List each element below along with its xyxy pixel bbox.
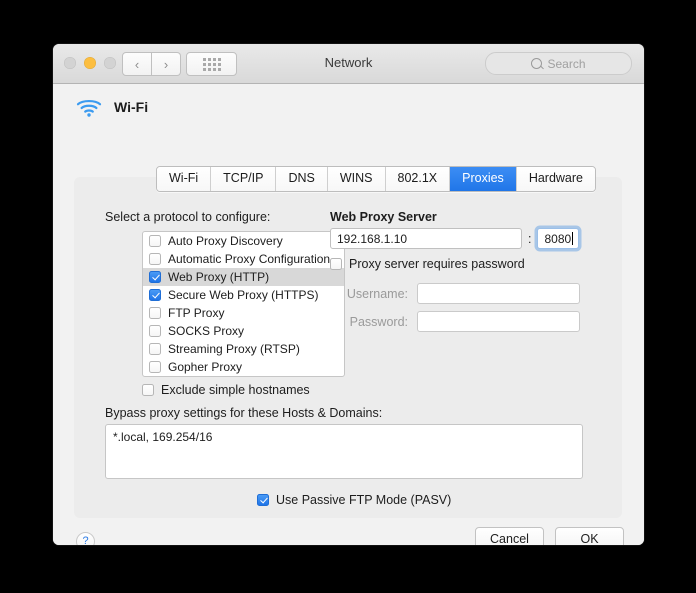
list-item[interactable]: SOCKS Proxy bbox=[143, 322, 344, 340]
protocol-list[interactable]: Auto Proxy Discovery Automatic Proxy Con… bbox=[142, 231, 345, 377]
tab-8021x[interactable]: 802.1X bbox=[386, 167, 451, 191]
protocol-checkbox[interactable] bbox=[149, 325, 161, 337]
protocol-checkbox[interactable] bbox=[149, 235, 161, 247]
ok-button[interactable]: OK bbox=[555, 527, 624, 545]
tab-hardware[interactable]: Hardware bbox=[517, 167, 595, 191]
window-body: Wi-Fi Wi-Fi TCP/IP DNS WINS 802.1X Proxi… bbox=[53, 84, 644, 545]
proxy-host-input[interactable]: 192.168.1.10 bbox=[330, 228, 522, 249]
list-item[interactable]: Automatic Proxy Configuration bbox=[143, 250, 344, 268]
protocol-checkbox[interactable] bbox=[149, 253, 161, 265]
username-input[interactable] bbox=[417, 283, 580, 304]
requires-password-checkbox[interactable] bbox=[330, 258, 342, 270]
protocol-label: Automatic Proxy Configuration bbox=[168, 252, 330, 266]
search-placeholder: Search bbox=[547, 57, 585, 71]
list-item[interactable]: Streaming Proxy (RTSP) bbox=[143, 340, 344, 358]
protocol-label: Secure Web Proxy (HTTPS) bbox=[168, 288, 318, 302]
protocol-label: SOCKS Proxy bbox=[168, 324, 244, 338]
search-icon bbox=[531, 58, 542, 69]
protocol-label: Web Proxy (HTTP) bbox=[168, 270, 269, 284]
service-name: Wi-Fi bbox=[114, 99, 148, 115]
list-item[interactable]: Web Proxy (HTTP) bbox=[143, 268, 344, 286]
password-label: Password: bbox=[330, 315, 408, 329]
list-item[interactable]: FTP Proxy bbox=[143, 304, 344, 322]
list-item[interactable]: Secure Web Proxy (HTTPS) bbox=[143, 286, 344, 304]
password-input[interactable] bbox=[417, 311, 580, 332]
protocol-label: Gopher Proxy bbox=[168, 360, 242, 374]
web-proxy-server-title: Web Proxy Server bbox=[330, 210, 437, 224]
preference-tabs: Wi-Fi TCP/IP DNS WINS 802.1X Proxies Har… bbox=[156, 166, 596, 192]
exclude-simple-hostnames-checkbox[interactable] bbox=[142, 384, 154, 396]
list-item[interactable]: Auto Proxy Discovery bbox=[143, 232, 344, 250]
tab-wins[interactable]: WINS bbox=[328, 167, 386, 191]
bypass-textarea[interactable]: *.local, 169.254/16 bbox=[105, 424, 583, 479]
web-proxy-server-row: 192.168.1.10 : 8080 bbox=[330, 228, 579, 249]
protocol-checkbox[interactable] bbox=[149, 343, 161, 355]
host-port-separator: : bbox=[522, 232, 537, 246]
requires-password-row[interactable]: Proxy server requires password bbox=[330, 257, 525, 271]
username-label: Username: bbox=[330, 287, 408, 301]
tab-dns[interactable]: DNS bbox=[276, 167, 327, 191]
protocol-label: FTP Proxy bbox=[168, 306, 224, 320]
requires-password-label: Proxy server requires password bbox=[349, 257, 525, 271]
protocol-label: Streaming Proxy (RTSP) bbox=[168, 342, 300, 356]
list-item[interactable]: Gopher Proxy bbox=[143, 358, 344, 376]
footer-buttons: Cancel OK bbox=[475, 527, 624, 545]
passive-ftp-checkbox[interactable] bbox=[257, 494, 269, 506]
username-row: Username: bbox=[330, 283, 580, 304]
proxy-port-value: 8080 bbox=[544, 232, 571, 246]
tab-proxies[interactable]: Proxies bbox=[450, 167, 517, 191]
tab-tcpip[interactable]: TCP/IP bbox=[211, 167, 276, 191]
wifi-icon bbox=[76, 97, 102, 117]
cancel-button[interactable]: Cancel bbox=[475, 527, 544, 545]
service-header: Wi-Fi bbox=[76, 97, 148, 117]
protocol-list-heading: Select a protocol to configure: bbox=[105, 210, 270, 224]
passive-ftp-label: Use Passive FTP Mode (PASV) bbox=[276, 493, 451, 507]
network-preferences-window: ‹ › Network Search Wi-Fi W bbox=[53, 44, 644, 545]
password-row: Password: bbox=[330, 311, 580, 332]
bypass-label: Bypass proxy settings for these Hosts & … bbox=[105, 406, 382, 420]
protocol-checkbox[interactable] bbox=[149, 361, 161, 373]
search-field[interactable]: Search bbox=[485, 52, 632, 75]
protocol-checkbox[interactable] bbox=[149, 289, 161, 301]
passive-ftp-row[interactable]: Use Passive FTP Mode (PASV) bbox=[257, 493, 451, 507]
protocol-checkbox[interactable] bbox=[149, 307, 161, 319]
help-button[interactable]: ? bbox=[76, 532, 95, 545]
exclude-simple-hostnames-row[interactable]: Exclude simple hostnames bbox=[142, 383, 310, 397]
exclude-simple-hostnames-label: Exclude simple hostnames bbox=[161, 383, 310, 397]
tab-wifi[interactable]: Wi-Fi bbox=[157, 167, 211, 191]
proxy-port-input[interactable]: 8080 bbox=[537, 228, 579, 249]
protocol-label: Auto Proxy Discovery bbox=[168, 234, 283, 248]
window-titlebar: ‹ › Network Search bbox=[53, 44, 644, 84]
protocol-checkbox[interactable] bbox=[149, 271, 161, 283]
